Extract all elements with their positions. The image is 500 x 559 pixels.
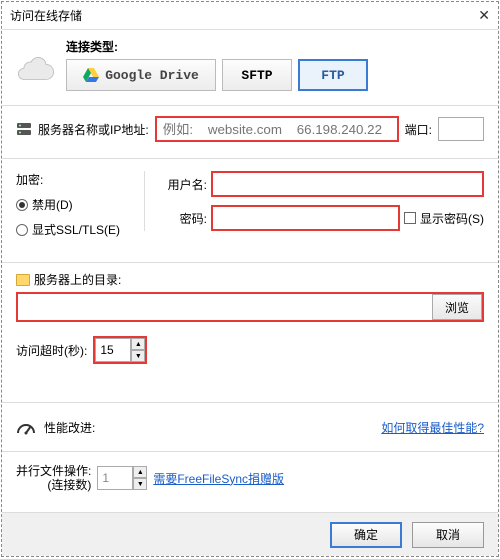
port-label: 端口:	[405, 121, 432, 138]
ok-button[interactable]: 确定	[330, 522, 402, 548]
password-label: 密码:	[163, 210, 207, 227]
browse-button[interactable]: 浏览	[432, 294, 482, 320]
cancel-button[interactable]: 取消	[412, 522, 484, 548]
dialog-title: 访问在线存储	[10, 7, 82, 24]
cloud-icon	[16, 52, 54, 80]
gdrive-icon	[83, 68, 99, 82]
spinner-down-icon[interactable]: ▼	[131, 350, 145, 362]
server-directory-label: 服务器上的目录:	[34, 271, 121, 288]
radio-icon	[16, 224, 28, 236]
folder-icon	[16, 274, 30, 286]
sftp-label: SFTP	[241, 68, 272, 83]
connection-type-gdrive[interactable]: Google Drive	[66, 59, 216, 91]
spinner-up-icon[interactable]: ▲	[131, 338, 145, 350]
gdrive-label: Google Drive	[105, 68, 199, 83]
show-password-label: 显示密码(S)	[420, 210, 484, 227]
password-input[interactable]	[213, 207, 398, 229]
timeout-label: 访问超时(秒):	[16, 342, 87, 359]
performance-help-link[interactable]: 如何取得最佳性能?	[381, 419, 484, 436]
connection-type-ftp[interactable]: FTP	[298, 59, 368, 91]
connection-type-label: 连接类型:	[66, 38, 484, 55]
parallel-input[interactable]	[97, 466, 133, 490]
server-label: 服务器名称或IP地址:	[38, 121, 149, 138]
server-address-input[interactable]	[157, 118, 397, 140]
donate-link[interactable]: 需要FreeFileSync捐赠版	[153, 470, 284, 487]
encryption-ssl-label: 显式SSL/TLS(E)	[32, 221, 120, 238]
show-password-checkbox[interactable]	[404, 212, 416, 224]
username-label: 用户名:	[163, 176, 207, 193]
encryption-ssl-radio[interactable]: 显式SSL/TLS(E)	[16, 221, 136, 238]
encryption-title: 加密:	[16, 171, 136, 188]
server-icon	[16, 121, 32, 137]
parallel-spinner[interactable]: ▲ ▼	[97, 466, 147, 490]
server-directory-input[interactable]	[18, 294, 432, 320]
timeout-spinner[interactable]: ▲ ▼	[95, 338, 145, 362]
connection-type-sftp[interactable]: SFTP	[222, 59, 292, 91]
dialog-footer: 确定 取消	[2, 512, 498, 556]
encryption-disabled-label: 禁用(D)	[32, 196, 73, 213]
port-input[interactable]	[438, 117, 484, 141]
radio-icon	[16, 199, 28, 211]
parallel-label: 并行文件操作: (连接数)	[16, 464, 91, 492]
speedometer-icon	[16, 417, 36, 437]
performance-label: 性能改进:	[44, 419, 95, 436]
username-input[interactable]	[213, 173, 482, 195]
spinner-down-icon[interactable]: ▼	[133, 478, 147, 490]
encryption-disabled-radio[interactable]: 禁用(D)	[16, 196, 136, 213]
title-bar: 访问在线存储 ✕	[2, 2, 498, 30]
timeout-input[interactable]	[95, 338, 131, 362]
ftp-label: FTP	[321, 68, 344, 83]
close-icon[interactable]: ✕	[478, 7, 490, 24]
spinner-up-icon[interactable]: ▲	[133, 466, 147, 478]
